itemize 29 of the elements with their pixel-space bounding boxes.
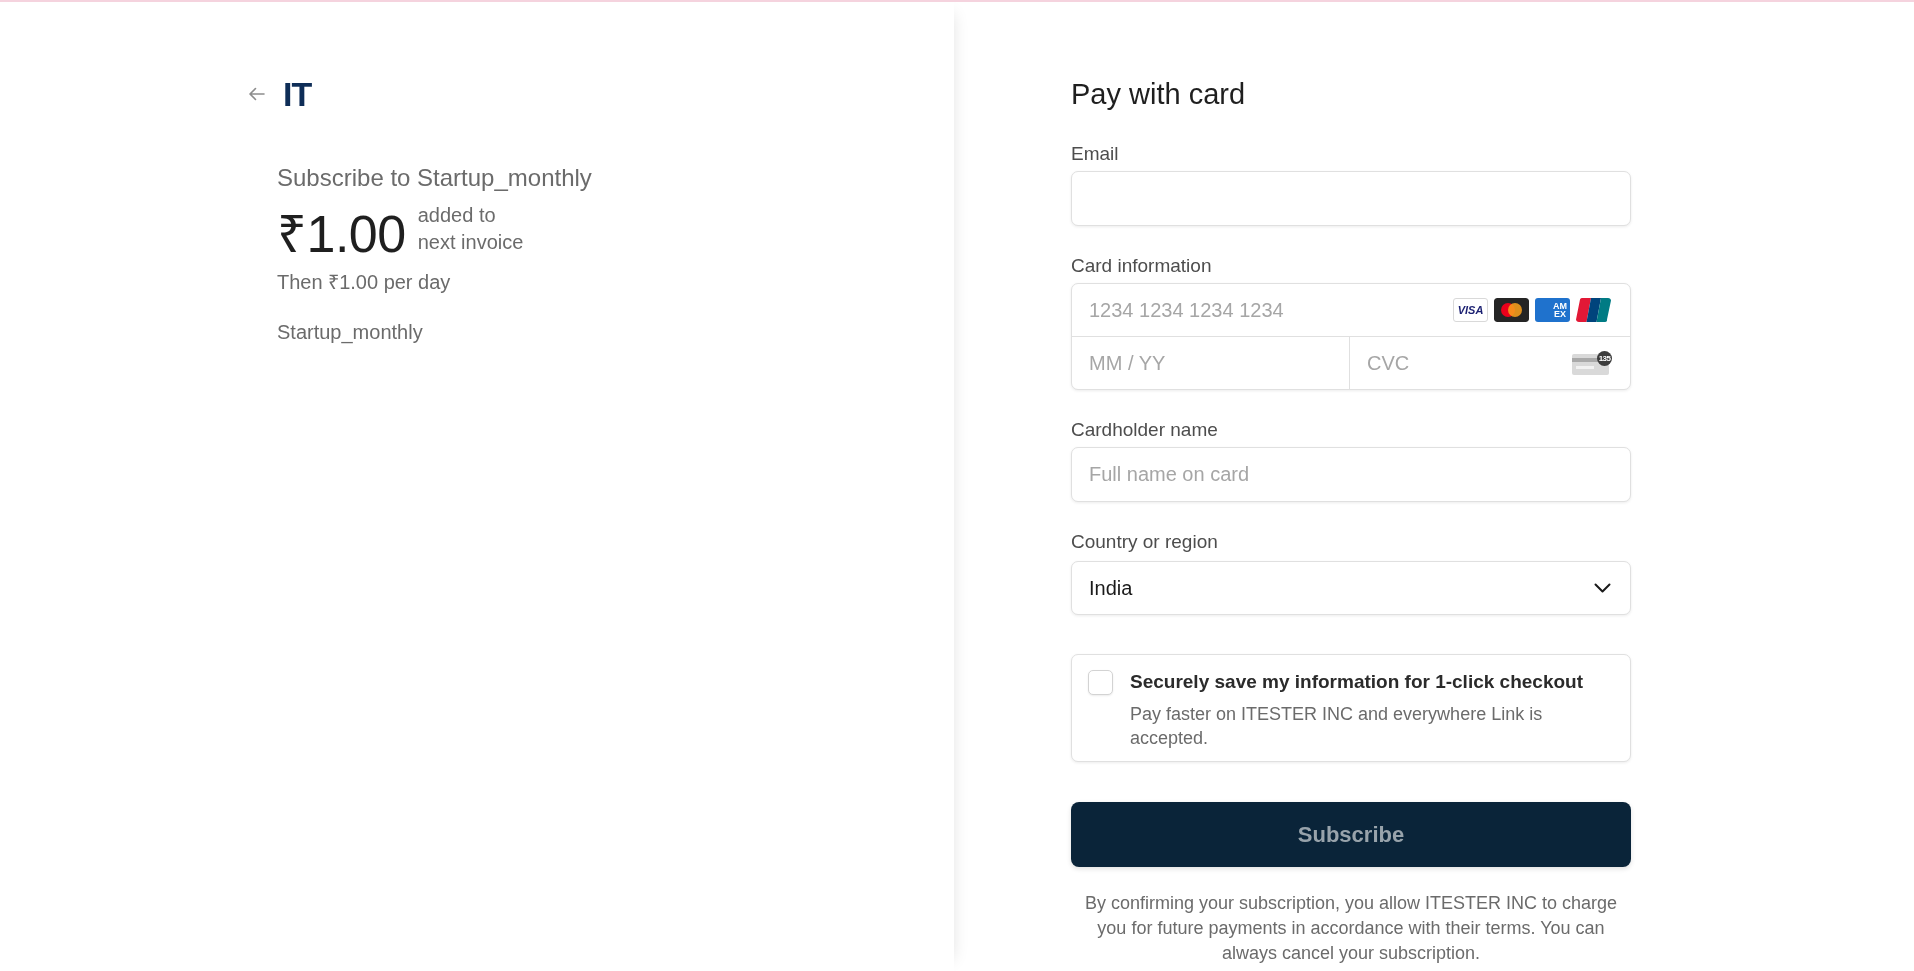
cvc-card-icon: 135	[1572, 351, 1612, 375]
recurring-price: Then ₹1.00 per day	[277, 270, 451, 295]
form-title: Pay with card	[1071, 77, 1246, 112]
cardholder-name-field[interactable]: Full name on card	[1071, 447, 1631, 502]
expiry-field[interactable]: MM / YY	[1072, 337, 1350, 389]
logo[interactable]: IT	[283, 76, 312, 112]
cvc-field[interactable]: CVC	[1350, 337, 1572, 389]
checkbox[interactable]	[1088, 670, 1113, 695]
card-brand-icon	[1494, 298, 1529, 322]
save-info-description: Pay faster on ITESTER INC and everywhere Link is accepted.	[1130, 703, 1544, 750]
field-label: Cardholder name	[1071, 418, 1218, 442]
price-amount: ₹1.00	[277, 206, 406, 262]
field-label: Card information	[1071, 254, 1212, 278]
save-info-title: Securely save my information for 1-click checkout	[1130, 670, 1583, 694]
field-label: Email	[1071, 142, 1119, 166]
card-brand-icon	[1576, 298, 1611, 322]
price-note: added to next invoice	[417, 203, 525, 255]
product-name: Startup_monthly	[277, 320, 423, 345]
card-details-field[interactable]: 1234 1234 1234 1234 VISA AM EX MM / YY CVC 135	[1071, 283, 1631, 390]
terms-text: By confirming your subscription, you allow ITESTER INC to charge you for future payments in accordance with their terms. You can always cancel your subscription.	[1083, 892, 1619, 965]
email-field[interactable]	[1071, 171, 1631, 226]
card-brand-icon: AM EX	[1535, 298, 1570, 322]
field-label: Country or region	[1071, 530, 1218, 554]
card-brand-icon: VISA	[1453, 298, 1488, 322]
subscription-title: Subscribe to Startup_monthly	[277, 164, 592, 192]
chevron-down-icon	[1594, 583, 1611, 593]
back-arrow-icon[interactable]	[248, 87, 265, 101]
country-select[interactable]: India	[1071, 561, 1631, 615]
card-number-field[interactable]: 1234 1234 1234 1234	[1072, 284, 1453, 336]
